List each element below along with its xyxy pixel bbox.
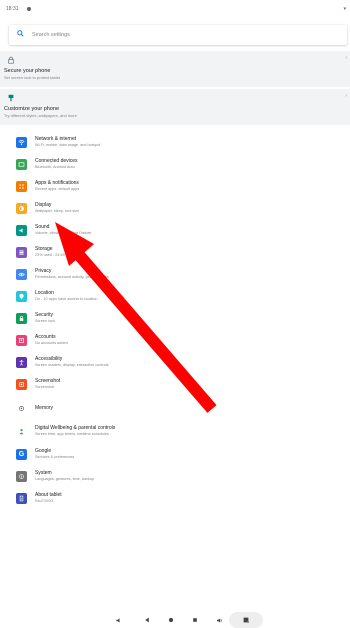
item-title: Connected devices (35, 158, 78, 164)
accessibility-icon (16, 357, 27, 368)
settings-item-memory[interactable]: Memory (0, 399, 350, 421)
about-icon (16, 493, 27, 504)
search-icon (17, 30, 24, 37)
item-title: Memory (35, 405, 54, 411)
settings-item-network[interactable]: Network & internet Wi-Fi, mobile, data u… (0, 133, 350, 155)
status-time: 18:31 (6, 6, 19, 12)
settings-item-sound[interactable]: Sound Volume, vibration, Do Not Disturb (0, 221, 350, 243)
settings-item-display[interactable]: Display Wallpaper, sleep, font size (0, 199, 350, 221)
item-subtitle: 23% used - 24.59 GB free (35, 253, 79, 257)
item-title: Storage (35, 246, 53, 252)
settings-item-digital-wellbeing[interactable]: Digital Wellbeing & parental controls Sc… (0, 422, 350, 444)
item-subtitle: Languages, gestures, time, backup (35, 477, 95, 481)
google-icon: G (16, 449, 27, 460)
card-subtitle: Set screen lock to protect tablet (4, 75, 61, 80)
item-subtitle: Bluetooth, Android Auto (35, 165, 75, 169)
item-subtitle: Screenshot (35, 385, 55, 389)
item-title: Screenshot (35, 378, 61, 384)
settings-item-screenshot[interactable]: Screenshot Screenshot (0, 375, 350, 397)
signal-icon: ▾ (343, 6, 346, 12)
devices-icon (16, 159, 27, 170)
home-icon[interactable] (166, 615, 176, 625)
item-title: Accessibility (35, 356, 63, 362)
suggestion-card-secure[interactable]: › Secure your phone Set screen lock to p… (0, 51, 350, 87)
screenshot-icon (16, 379, 27, 390)
status-bar: 18:31 ▾ (0, 0, 350, 16)
item-subtitle: Volume, vibration, Do Not Disturb (35, 231, 92, 235)
item-title: Display (35, 202, 52, 208)
notification-dot-icon (27, 7, 31, 11)
settings-item-about-tablet[interactable]: About tablet RsuT200G (0, 489, 350, 511)
item-title: Digital Wellbeing & parental controls (35, 425, 116, 431)
settings-item-security[interactable]: Security Screen lock (0, 309, 350, 331)
item-subtitle: Wallpaper, sleep, font size (35, 209, 80, 213)
item-subtitle: Screen readers, display, interaction con… (35, 363, 109, 367)
item-subtitle: RsuT200G (35, 499, 54, 503)
settings-item-accounts[interactable]: Accounts No accounts added (0, 331, 350, 353)
item-title: About tablet (35, 492, 62, 498)
memory-icon (16, 403, 27, 414)
item-title: Apps & notifications (35, 180, 79, 186)
wifi-icon (16, 137, 27, 148)
item-title: Sound (35, 224, 50, 230)
security-icon (16, 313, 27, 324)
item-title: Security (35, 312, 54, 318)
screenshot-icon[interactable] (241, 615, 251, 625)
item-title: Privacy (35, 268, 52, 274)
card-title: Customize your phone (4, 106, 60, 112)
settings-item-privacy[interactable]: Privacy Permissions, account activity, p… (0, 265, 350, 287)
item-subtitle: No accounts added (35, 341, 68, 345)
item-title: Location (35, 290, 54, 296)
brush-icon (8, 94, 14, 102)
settings-item-apps[interactable]: Apps & notifications Recent apps, defaul… (0, 177, 350, 199)
display-icon (16, 203, 27, 214)
search-placeholder: Search settings (32, 32, 70, 38)
item-subtitle: Wi-Fi, mobile, data usage, and hotspot (35, 143, 101, 147)
item-subtitle: On - 10 apps have access to location (35, 297, 98, 301)
search-bar[interactable]: Search settings (9, 25, 347, 45)
settings-item-accessibility[interactable]: Accessibility Screen readers, display, i… (0, 353, 350, 375)
card-title: Secure your phone (4, 68, 51, 74)
item-subtitle: Recent apps, default apps (35, 187, 80, 191)
wellbeing-icon (16, 426, 27, 437)
card-chevron-icon: › (345, 93, 347, 99)
settings-item-location[interactable]: Location On - 10 apps have access to loc… (0, 287, 350, 309)
card-subtitle: Try different styles, wallpapers, and mo… (4, 113, 77, 118)
lock-icon (8, 56, 14, 64)
item-subtitle: Screen lock (35, 319, 55, 323)
recents-icon[interactable] (190, 615, 200, 625)
storage-icon (16, 247, 27, 258)
item-title: Network & internet (35, 136, 77, 142)
accounts-icon (16, 335, 27, 346)
location-icon (16, 291, 27, 302)
settings-item-system[interactable]: System Languages, gestures, time, backup (0, 467, 350, 489)
settings-item-connected-devices[interactable]: Connected devices Bluetooth, Android Aut… (0, 155, 350, 177)
item-title: Accounts (35, 334, 56, 340)
back-icon[interactable] (142, 615, 152, 625)
privacy-icon (16, 269, 27, 280)
item-subtitle: Screen time, app timers, bedtime schedul… (35, 432, 109, 436)
apps-icon (16, 181, 27, 192)
item-title: Google (35, 448, 52, 454)
suggestion-card-customize[interactable]: › Customize your phone Try different sty… (0, 89, 350, 125)
system-icon (16, 471, 27, 482)
volume-down-icon[interactable] (113, 615, 123, 625)
settings-item-storage[interactable]: Storage 23% used - 24.59 GB free (0, 243, 350, 265)
item-title: System (35, 470, 52, 476)
item-subtitle: Permissions, account activity, personal … (35, 275, 109, 279)
volume-up-icon[interactable] (214, 615, 224, 625)
navigation-bar (0, 612, 350, 628)
settings-item-google[interactable]: G Google Services & preferences (0, 445, 350, 467)
sound-icon (16, 225, 27, 236)
item-subtitle: Services & preferences (35, 455, 75, 459)
card-chevron-icon: › (345, 55, 347, 61)
